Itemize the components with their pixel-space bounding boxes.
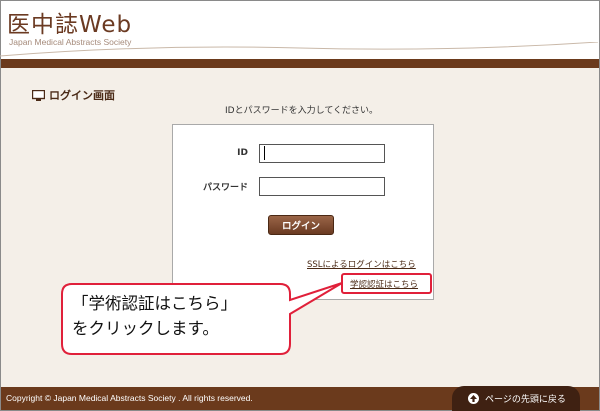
back-to-top-label: ページの先頭に戻る bbox=[485, 395, 566, 405]
header-band bbox=[1, 59, 599, 68]
password-input[interactable] bbox=[259, 177, 385, 196]
password-label: パスワード bbox=[202, 183, 248, 193]
page-title: ログイン画面 bbox=[32, 87, 115, 103]
callout-text: 「学術認証はこちら」 をクリックします。 bbox=[72, 291, 282, 341]
text-caret bbox=[264, 146, 265, 160]
id-input[interactable] bbox=[259, 144, 385, 163]
login-button[interactable]: ログイン bbox=[268, 215, 334, 235]
arrow-up-icon bbox=[468, 393, 479, 404]
academic-auth-highlight bbox=[341, 273, 432, 294]
callout-line-2: をクリックします。 bbox=[72, 319, 219, 338]
ssl-login-link[interactable]: SSLによるログインはこちら bbox=[307, 258, 416, 270]
back-to-top-button[interactable]: ページの先頭に戻る bbox=[452, 386, 580, 411]
id-label: ID bbox=[237, 148, 248, 158]
logo-subtitle: Japan Medical Abstracts Society bbox=[9, 37, 132, 47]
page-title-label: ログイン画面 bbox=[49, 89, 115, 102]
logo-title[interactable]: 医中誌Web bbox=[7, 5, 132, 39]
monitor-icon bbox=[32, 89, 45, 101]
site-header: 医中誌Web Japan Medical Abstracts Society bbox=[1, 1, 599, 58]
callout-line-1: 「学術認証はこちら」 bbox=[72, 294, 237, 313]
login-instruction: IDとパスワードを入力してください。 bbox=[225, 106, 379, 116]
copyright-text: Copyright © Japan Medical Abstracts Soci… bbox=[6, 393, 253, 403]
